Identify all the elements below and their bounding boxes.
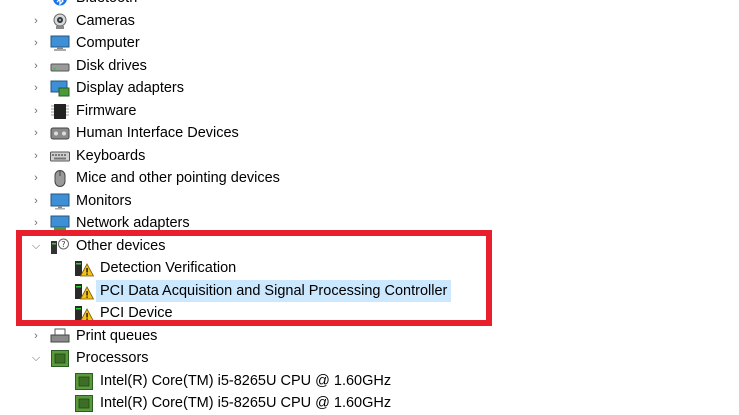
tree-item-disk-drives[interactable]: › Disk drives bbox=[0, 55, 739, 78]
tree-item-label: Processors bbox=[76, 350, 149, 366]
disk-drive-icon bbox=[50, 58, 70, 75]
tree-item-processors[interactable]: ⌵ Processors bbox=[0, 347, 739, 370]
tree-item-label: Bluetooth bbox=[76, 0, 137, 10]
tree-item-network-adapters[interactable]: › Network adapters bbox=[0, 212, 739, 235]
warning-device-icon bbox=[74, 260, 94, 277]
network-adapter-icon bbox=[50, 215, 70, 232]
processor-icon bbox=[74, 395, 94, 412]
chevron-right-icon[interactable]: › bbox=[30, 167, 42, 190]
tree-item-label: Intel(R) Core(TM) i5-8265U CPU @ 1.60GHz bbox=[100, 395, 392, 411]
unknown-device-icon: ? bbox=[50, 238, 70, 255]
chevron-right-icon[interactable]: › bbox=[30, 190, 42, 213]
hid-icon bbox=[50, 125, 70, 142]
mouse-icon bbox=[50, 170, 70, 187]
keyboard-icon bbox=[50, 148, 70, 165]
tree-item-label: PCI Data Acquisition and Signal Processi… bbox=[96, 279, 452, 302]
tree-item-label: Network adapters bbox=[76, 215, 190, 231]
tree-item-bluetooth[interactable]: › Bluetooth bbox=[0, 0, 739, 10]
tree-item-label: Other devices bbox=[76, 237, 166, 254]
monitor-icon bbox=[50, 193, 70, 210]
tree-item-label: Disk drives bbox=[76, 57, 147, 74]
chevron-right-icon[interactable]: › bbox=[30, 122, 42, 145]
tree-item-label: Intel(R) Core(TM) i5-8265U CPU @ 1.60GHz bbox=[100, 372, 392, 389]
svg-text:?: ? bbox=[61, 240, 65, 249]
tree-item-label: PCI Device bbox=[100, 305, 173, 321]
tree-item-monitors[interactable]: › Monitors bbox=[0, 190, 739, 213]
tree-item-mice[interactable]: › Mice and other pointing devices bbox=[0, 167, 739, 190]
tree-item-label: Detection Verification bbox=[100, 260, 237, 276]
chevron-right-icon[interactable]: › bbox=[30, 55, 42, 78]
tree-item-detection-verification[interactable]: Detection Verification bbox=[0, 257, 739, 280]
processor-icon bbox=[50, 350, 70, 367]
chevron-right-icon[interactable]: › bbox=[30, 0, 42, 10]
tree-item-pci-device[interactable]: PCI Device bbox=[0, 302, 739, 325]
device-tree: › Bluetooth › Cameras › Computer › Disk … bbox=[0, 0, 739, 415]
tree-item-other-devices[interactable]: ⌵ ? Other devices bbox=[0, 235, 739, 258]
tree-item-label: Keyboards bbox=[76, 147, 146, 164]
chevron-right-icon[interactable]: › bbox=[30, 77, 42, 100]
tree-item-print-queues[interactable]: › Print queues bbox=[0, 325, 739, 348]
tree-item-pci-data-acquisition[interactable]: PCI Data Acquisition and Signal Processi… bbox=[0, 279, 739, 302]
tree-item-computer[interactable]: › Computer bbox=[0, 32, 739, 55]
chevron-right-icon[interactable]: › bbox=[30, 10, 42, 33]
bluetooth-icon bbox=[50, 0, 70, 7]
chevron-right-icon[interactable]: › bbox=[30, 145, 42, 168]
chevron-down-icon[interactable]: ⌵ bbox=[30, 347, 42, 370]
tree-item-label: Monitors bbox=[76, 192, 132, 209]
tree-item-keyboards[interactable]: › Keyboards bbox=[0, 145, 739, 168]
tree-item-label: Computer bbox=[76, 35, 140, 51]
chevron-right-icon[interactable]: › bbox=[30, 212, 42, 235]
tree-item-label: Print queues bbox=[76, 327, 158, 344]
tree-item-label: Cameras bbox=[76, 12, 135, 29]
processor-icon bbox=[74, 372, 94, 390]
chevron-right-icon[interactable]: › bbox=[30, 100, 42, 123]
warning-device-icon bbox=[74, 283, 94, 300]
tree-item-firmware[interactable]: › Firmware bbox=[0, 100, 739, 123]
tree-item-label: Mice and other pointing devices bbox=[76, 170, 280, 186]
firmware-icon bbox=[50, 103, 70, 120]
chevron-right-icon[interactable]: › bbox=[30, 32, 42, 55]
tree-item-cameras[interactable]: › Cameras bbox=[0, 10, 739, 33]
chevron-right-icon[interactable]: › bbox=[30, 325, 42, 348]
tree-item-display-adapters[interactable]: › Display adapters bbox=[0, 77, 739, 100]
tree-item-human-interface-devices[interactable]: › Human Interface Devices bbox=[0, 122, 739, 145]
tree-item-label: Display adapters bbox=[76, 80, 184, 96]
tree-item-cpu[interactable]: Intel(R) Core(TM) i5-8265U CPU @ 1.60GHz bbox=[0, 392, 739, 415]
warning-device-icon bbox=[74, 305, 94, 322]
tree-item-cpu[interactable]: Intel(R) Core(TM) i5-8265U CPU @ 1.60GHz bbox=[0, 370, 739, 393]
tree-item-label: Human Interface Devices bbox=[76, 125, 239, 141]
camera-icon bbox=[50, 13, 70, 30]
computer-icon bbox=[50, 35, 70, 52]
tree-item-label: Firmware bbox=[76, 102, 137, 119]
printer-icon bbox=[50, 328, 70, 345]
chevron-down-icon[interactable]: ⌵ bbox=[30, 235, 42, 258]
display-adapter-icon bbox=[50, 80, 70, 97]
